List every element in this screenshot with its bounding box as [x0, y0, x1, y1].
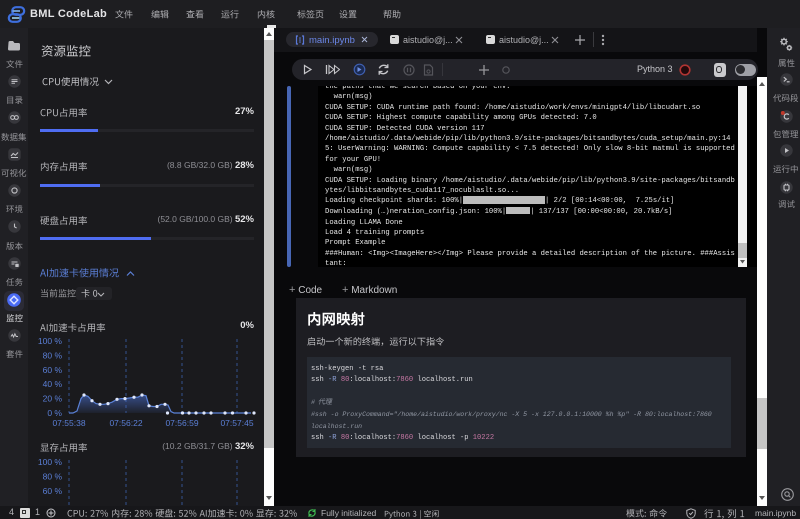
svg-text:60 %: 60 % — [43, 486, 63, 496]
svg-text:07:55:38: 07:55:38 — [52, 418, 85, 428]
svg-text:100 %: 100 % — [38, 336, 63, 346]
svg-text:0 %: 0 % — [47, 408, 62, 418]
svg-text:07:56:59: 07:56:59 — [165, 418, 198, 428]
svg-text:80 %: 80 % — [43, 471, 63, 481]
svg-text:07:56:22: 07:56:22 — [109, 418, 142, 428]
svg-text:80 %: 80 % — [43, 350, 63, 360]
svg-text:07:57:45: 07:57:45 — [220, 418, 253, 428]
svg-text:100 %: 100 % — [38, 457, 63, 467]
svg-text:60 %: 60 % — [43, 365, 63, 375]
svg-text:20 %: 20 % — [43, 394, 63, 404]
svg-text:40 %: 40 % — [43, 379, 63, 389]
